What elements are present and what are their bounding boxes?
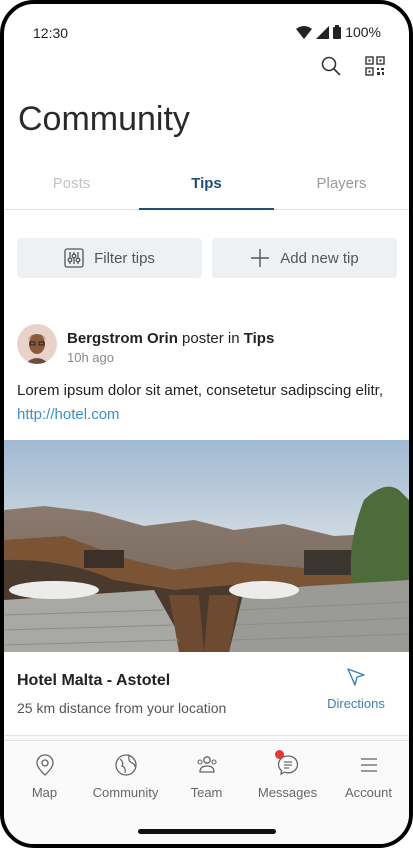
tab-tips[interactable]: Tips (139, 160, 274, 210)
tip-post: Bergstrom Orin poster in Tips 10h ago Lo… (4, 324, 409, 427)
nav-item-community[interactable]: Community (85, 741, 166, 813)
avatar[interactable] (17, 324, 57, 364)
nav-label-account: Account (345, 785, 392, 800)
directions-button[interactable]: Directions (321, 666, 391, 711)
menu-icon (360, 758, 377, 772)
author-name[interactable]: Bergstrom Orin (67, 330, 178, 347)
navigation-arrow-icon (347, 668, 365, 686)
tab-bar: Posts Tips Players (4, 160, 409, 210)
tip-actions: Filter tips Add new tip (17, 238, 397, 278)
place-distance: 25 km distance from your location (17, 700, 227, 716)
search-icon[interactable] (319, 54, 343, 78)
plus-icon (251, 249, 270, 267)
add-new-tip-label: Add new tip (280, 249, 359, 267)
header-actions (319, 54, 387, 78)
post-text: Lorem ipsum dolor sit amet, consetetur s… (17, 382, 383, 399)
nav-item-team[interactable]: Team (166, 741, 247, 813)
wifi-icon (296, 25, 313, 39)
messages-icon-wrap (274, 750, 300, 777)
phone-frame: 12:30 100% Community Posts Tips Players (0, 0, 413, 848)
nav-item-messages[interactable]: Messages (247, 741, 328, 813)
place-name: Hotel Malta - Astotel (17, 672, 171, 689)
directions-label: Directions (327, 696, 385, 711)
filter-tips-button[interactable]: Filter tips (17, 238, 202, 278)
nav-label-team: Team (190, 785, 223, 800)
add-new-tip-button[interactable]: Add new tip (212, 238, 397, 278)
signal-icon (316, 25, 330, 39)
post-body: Lorem ipsum dolor sit amet, consetetur s… (4, 365, 409, 427)
page-title: Community (18, 100, 190, 138)
post-meta: Bergstrom Orin poster in Tips 10h ago (67, 324, 274, 365)
place-card[interactable]: Hotel Malta - Astotel 25 km distance fro… (4, 652, 409, 736)
post-link[interactable]: http://hotel.com (17, 406, 120, 423)
tab-players[interactable]: Players (274, 160, 409, 209)
post-timestamp: 10h ago (67, 350, 114, 365)
bottom-navigation: Map Community Team Messages Account (4, 740, 409, 844)
map-pin-icon (35, 754, 54, 776)
nav-item-map[interactable]: Map (4, 741, 85, 813)
globe-icon (114, 754, 137, 776)
nav-label-messages: Messages (257, 785, 318, 800)
nav-label-map: Map (31, 785, 58, 800)
tab-posts[interactable]: Posts (4, 160, 139, 209)
home-indicator[interactable] (137, 829, 276, 834)
nav-label-community: Community (92, 785, 159, 800)
nav-item-account[interactable]: Account (328, 741, 409, 813)
team-icon (196, 756, 217, 773)
post-author: Bergstrom Orin poster in Tips 10h ago (4, 324, 409, 365)
post-connector: poster in (182, 330, 240, 347)
qr-code-icon[interactable] (363, 54, 387, 78)
status-time: 12:30 (33, 25, 69, 41)
battery-icon (333, 25, 342, 39)
filter-tips-label: Filter tips (94, 249, 155, 267)
battery-level: 100% (345, 24, 381, 40)
status-indicators: 100% (296, 24, 381, 40)
notification-dot (274, 750, 284, 759)
hotel-photo[interactable] (4, 440, 409, 652)
post-category[interactable]: Tips (244, 330, 275, 347)
filter-sliders-icon (64, 248, 84, 268)
post-heading: Bergstrom Orin poster in Tips (67, 330, 274, 347)
